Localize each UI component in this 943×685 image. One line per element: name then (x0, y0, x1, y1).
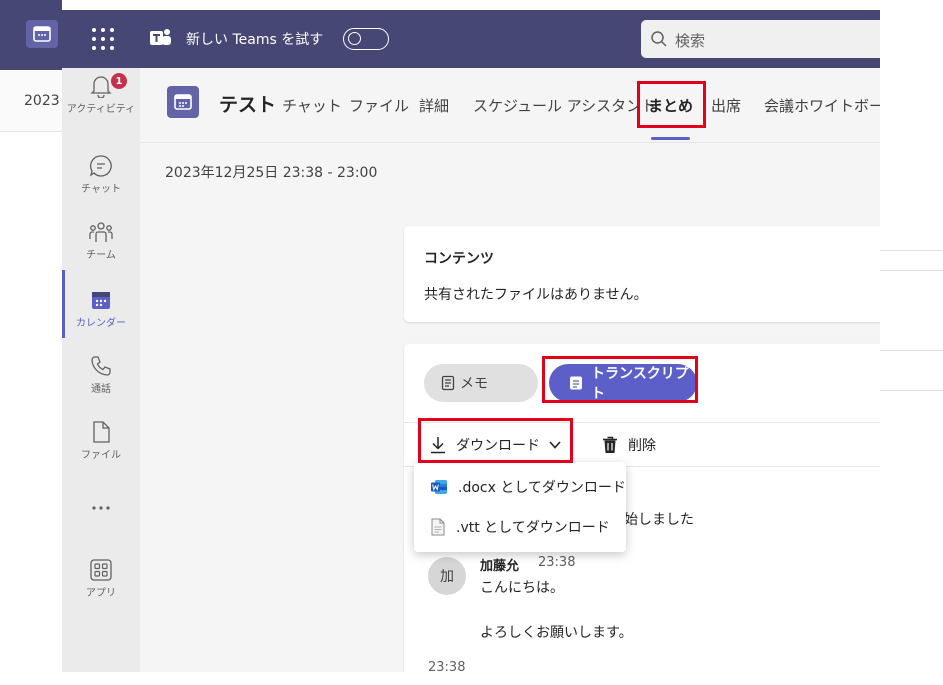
rail-item-more[interactable] (62, 496, 140, 558)
tab-whiteboard[interactable]: 会議ホワイトボード (764, 95, 880, 116)
rail-label: カレンダー (76, 318, 126, 329)
rail-label: チーム (86, 250, 116, 261)
tab-scheduling-assistant[interactable]: スケジュール アシスタント (473, 95, 656, 116)
tab-details[interactable]: 詳細 (419, 95, 449, 116)
file-icon (93, 421, 110, 443)
download-docx-option[interactable]: .docx としてダウンロード (414, 467, 626, 507)
apps-icon (90, 559, 112, 581)
app-launcher-icon[interactable] (88, 24, 116, 52)
active-tab-underline (651, 137, 690, 140)
rail-item-apps[interactable]: アプリ (62, 552, 140, 614)
content-card-title: コンテンツ (424, 251, 494, 267)
speaker-timestamp: 23:38 (538, 555, 576, 570)
chevron-down-icon (549, 441, 561, 449)
memo-label: メモ (460, 376, 488, 392)
speaker-name: 加藤允 (480, 559, 520, 574)
transcript-tab-button[interactable]: トランスクリプト (549, 364, 697, 402)
transcript-timestamp: 23:38 (428, 660, 466, 672)
meeting-calendar-icon (167, 86, 199, 118)
meeting-header: テスト チャット ファイル 詳細 スケジュール アシスタント まとめ 出席 会議… (140, 68, 880, 142)
rail-label: アクティビティ (66, 104, 136, 115)
transcript-event-text: 始しました (624, 512, 694, 528)
background-divider (880, 390, 943, 391)
download-menu: .docx としてダウンロード .vtt としてダウンロード (414, 462, 626, 552)
background-calendar-icon (26, 20, 58, 48)
rail-item-files[interactable]: ファイル (62, 414, 140, 476)
background-divider (880, 250, 943, 251)
top-bar: 新しい Teams を試す 検索 (62, 10, 880, 68)
delete-button[interactable]: 削除 (602, 432, 656, 458)
rail-label: ファイル (81, 450, 121, 461)
download-icon (431, 437, 445, 454)
notes-icon (441, 375, 455, 391)
teams-logo-icon (150, 29, 171, 45)
rail-label: アプリ (86, 588, 116, 599)
background-divider (880, 350, 943, 351)
notification-badge: 1 (110, 72, 128, 90)
more-icon (92, 506, 110, 510)
meeting-date-bar: 2023年12月25日 23:38 - 23:00 (140, 142, 880, 202)
download-label: ダウンロード (456, 438, 540, 454)
bell-icon (90, 76, 112, 98)
phone-icon (91, 356, 111, 376)
rail-item-calendar[interactable]: カレンダー (62, 282, 140, 344)
content-card-body: 共有されたファイルはありません。 (424, 287, 648, 303)
search-input[interactable]: 検索 (641, 20, 880, 58)
delete-label: 削除 (628, 438, 656, 454)
teams-window: 新しい Teams を試す 検索 アクティビティ 1 チャット チーム カレンダ… (62, 10, 880, 672)
avatar: 加 (428, 557, 466, 595)
rail-item-activity[interactable]: アクティビティ 1 (62, 68, 140, 130)
transcript-label: トランスクリプト (591, 366, 689, 402)
calendar-icon (92, 292, 110, 309)
teams-icon (89, 222, 113, 242)
app-rail: アクティビティ 1 チャット チーム カレンダー 通話 ファイル アプリ (62, 68, 140, 672)
tab-chat[interactable]: チャット (282, 95, 342, 116)
download-button[interactable]: ダウンロード (430, 432, 562, 458)
trash-icon (603, 436, 617, 453)
transcript-line: こんにちは。 (480, 580, 564, 596)
divider (404, 422, 880, 423)
word-icon (431, 480, 447, 494)
rail-item-chat[interactable]: チャット (62, 148, 140, 210)
transcript-icon (570, 376, 582, 390)
tab-files[interactable]: ファイル (349, 95, 409, 116)
download-vtt-option[interactable]: .vtt としてダウンロード (414, 507, 626, 547)
background-divider (880, 270, 943, 271)
tab-attendance[interactable]: 出席 (711, 95, 741, 116)
download-docx-label: .docx としてダウンロード (458, 480, 626, 496)
background-window-right (880, 0, 943, 685)
background-date-text: 2023 (24, 93, 60, 109)
content-card: コンテンツ 共有されたファイルはありません。 (404, 226, 880, 322)
transcript-line: よろしくお願いします。 (480, 625, 633, 641)
memo-tab-button[interactable]: メモ (424, 364, 538, 402)
chat-icon (89, 155, 112, 177)
download-vtt-label: .vtt としてダウンロード (456, 520, 610, 536)
search-icon (651, 31, 667, 47)
tab-recap[interactable]: まとめ (648, 95, 693, 116)
meeting-title: テスト (219, 94, 277, 116)
rail-label: 通話 (91, 384, 111, 395)
rail-item-teams[interactable]: チーム (62, 214, 140, 276)
rail-label: チャット (81, 184, 121, 195)
rail-item-calls[interactable]: 通話 (62, 348, 140, 410)
new-teams-label: 新しい Teams を試す (186, 32, 324, 48)
document-icon (431, 518, 445, 536)
new-teams-toggle[interactable] (343, 28, 389, 50)
search-placeholder: 検索 (675, 32, 706, 50)
recap-content: コンテンツ 共有されたファイルはありません。 メモ トランスクリプト ダウンロー… (140, 202, 880, 672)
meeting-date: 2023年12月25日 23:38 - 23:00 (165, 165, 378, 181)
